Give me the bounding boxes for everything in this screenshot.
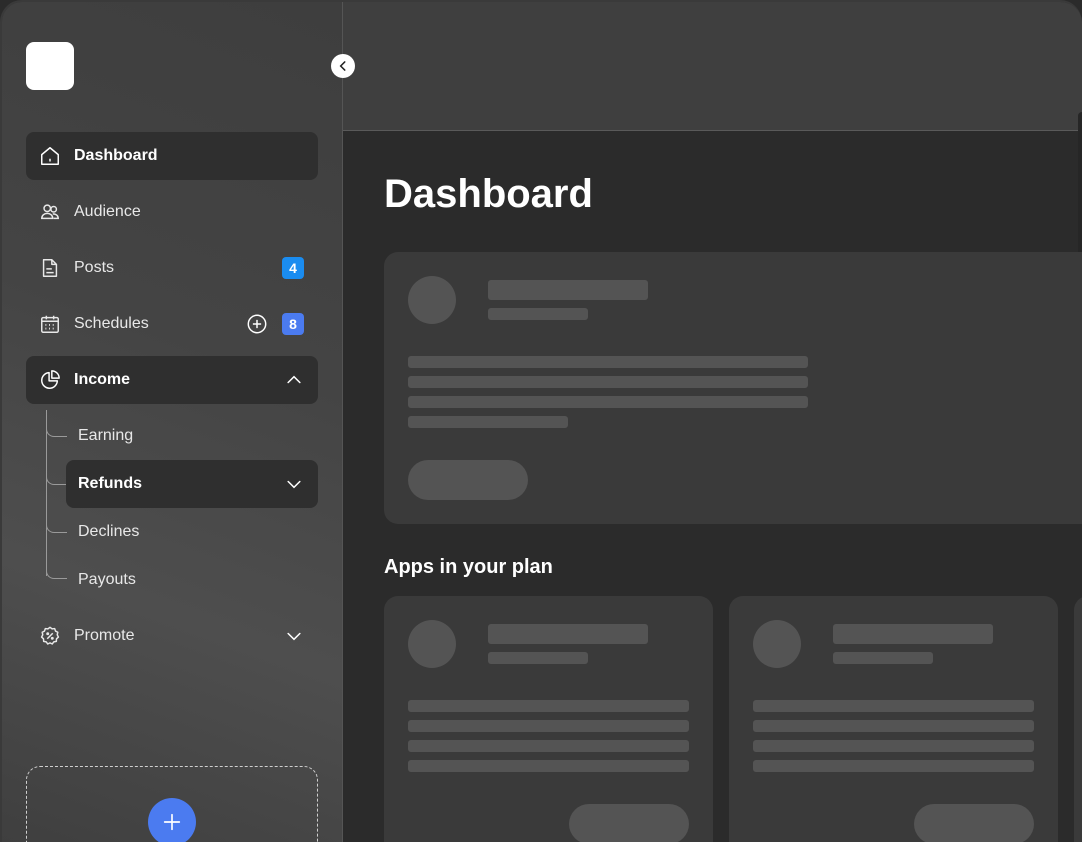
skeleton-line xyxy=(753,720,1034,732)
top-bar xyxy=(343,2,1082,131)
pie-chart-icon xyxy=(38,368,62,392)
avatar-placeholder xyxy=(408,276,456,324)
avatar-placeholder xyxy=(753,620,801,668)
sidebar-item-schedules[interactable]: Schedules 8 xyxy=(26,300,318,348)
skeleton-line xyxy=(753,760,1034,772)
skeleton-line xyxy=(753,700,1034,712)
posts-count-badge: 4 xyxy=(282,257,304,279)
sidebar-item-label: Audience xyxy=(74,203,141,220)
sidebar-item-label: Promote xyxy=(74,627,135,644)
sidebar-subitem-earning[interactable]: Earning xyxy=(66,412,318,460)
skeleton-button xyxy=(408,460,528,500)
sidebar-item-label: Dashboard xyxy=(74,147,158,164)
skeleton-line xyxy=(488,624,648,644)
sidebar-item-income[interactable]: Income xyxy=(26,356,318,404)
add-button[interactable] xyxy=(148,798,196,842)
app-card[interactable] xyxy=(1074,596,1082,842)
subitem-label: Earning xyxy=(78,427,134,444)
sidebar-item-label: Income xyxy=(74,371,131,388)
badge-percent-icon xyxy=(38,624,62,648)
skeleton-line xyxy=(488,308,588,320)
sidebar-item-label: Posts xyxy=(74,259,115,276)
calendar-icon xyxy=(38,312,62,336)
chevron-left-icon xyxy=(336,59,350,73)
collapse-sidebar-button[interactable] xyxy=(331,54,355,78)
sidebar-subitem-declines[interactable]: Declines xyxy=(66,508,318,556)
schedules-count-badge: 8 xyxy=(282,313,304,335)
skeleton-line xyxy=(408,356,808,368)
skeleton-line xyxy=(753,740,1034,752)
skeleton-line xyxy=(833,652,933,664)
add-schedule-icon[interactable] xyxy=(246,313,268,335)
skeleton-line xyxy=(408,376,808,388)
page-title: Dashboard xyxy=(384,172,593,216)
sidebar: Dashboard Audience Posts 4 Schedules 8 I… xyxy=(2,2,343,842)
sidebar-item-promote[interactable]: Promote xyxy=(26,612,318,660)
subitem-label: Declines xyxy=(78,523,140,540)
skeleton-line xyxy=(408,416,568,428)
app-card[interactable] xyxy=(384,596,713,842)
chevron-down-icon xyxy=(284,474,304,494)
skeleton-line xyxy=(408,720,689,732)
skeleton-line xyxy=(488,652,588,664)
overview-card xyxy=(384,252,1082,524)
sidebar-item-audience[interactable]: Audience xyxy=(26,188,318,236)
chevron-down-icon xyxy=(284,626,304,646)
skeleton-line xyxy=(408,760,689,772)
skeleton-line xyxy=(833,624,993,644)
chevron-up-icon xyxy=(284,370,304,390)
sidebar-item-label: Schedules xyxy=(74,315,149,332)
subitem-label: Payouts xyxy=(78,571,136,588)
skeleton-line xyxy=(488,280,648,300)
tree-branch xyxy=(46,568,67,579)
document-icon xyxy=(38,256,62,280)
users-icon xyxy=(38,200,62,224)
app-card[interactable] xyxy=(729,596,1058,842)
logo[interactable] xyxy=(26,42,74,90)
skeleton-line xyxy=(408,740,689,752)
tree-branch xyxy=(46,522,67,533)
sidebar-subitem-refunds[interactable]: Refunds xyxy=(66,460,318,508)
sidebar-item-dashboard[interactable]: Dashboard xyxy=(26,132,318,180)
skeleton-button xyxy=(914,804,1034,842)
plus-icon xyxy=(161,811,183,833)
avatar-placeholder xyxy=(408,620,456,668)
skeleton-button xyxy=(569,804,689,842)
subitem-label: Refunds xyxy=(78,475,142,492)
sidebar-subitem-payouts[interactable]: Payouts xyxy=(66,556,318,604)
app-window: Dashboard Audience Posts 4 Schedules 8 I… xyxy=(0,0,1082,842)
tree-branch xyxy=(46,426,67,437)
skeleton-line xyxy=(408,700,689,712)
skeleton-line xyxy=(408,396,808,408)
apps-section-title: Apps in your plan xyxy=(384,556,553,578)
subnav-tree-line xyxy=(46,410,47,576)
sidebar-item-posts[interactable]: Posts 4 xyxy=(26,244,318,292)
tree-branch xyxy=(46,474,67,485)
home-icon xyxy=(38,144,62,168)
